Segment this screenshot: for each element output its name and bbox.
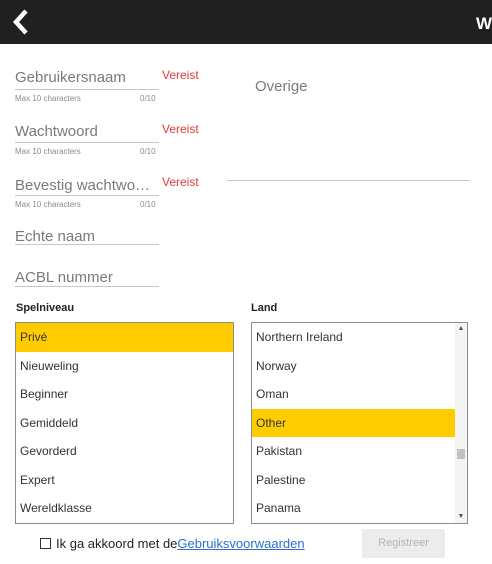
skill-option-prive[interactable]: Privé: [16, 323, 233, 352]
skill-option-gevorderd[interactable]: Gevorderd: [16, 437, 233, 466]
country-label: Land: [251, 302, 278, 314]
username-underline: [15, 89, 159, 90]
skill-option-nieuweling[interactable]: Nieuweling: [16, 352, 233, 381]
acbl-number-underline: [15, 286, 159, 287]
country-list[interactable]: Northern Ireland Norway Oman Other Pakis…: [251, 322, 468, 524]
confirm-password-field[interactable]: Bevestig wachtwo… Vereist Max 10 charact…: [15, 169, 205, 213]
country-option-palestine[interactable]: Palestine: [252, 466, 455, 495]
password-hint: Max 10 characters: [15, 147, 81, 156]
skill-option-wereldklasse[interactable]: Wereldklasse: [16, 494, 233, 523]
real-name-label: Echte naam: [15, 228, 96, 245]
username-required: Vereist: [162, 68, 199, 82]
confirm-password-label: Bevestig wachtwo…: [15, 177, 151, 194]
other-label: Overige: [255, 78, 308, 95]
page-title: W: [475, 14, 492, 33]
password-required: Vereist: [162, 122, 199, 136]
password-underline: [15, 142, 159, 143]
skill-option-beginner[interactable]: Beginner: [16, 380, 233, 409]
password-field[interactable]: Wachtwoord Vereist Max 10 characters 0/1…: [15, 116, 205, 160]
confirm-password-count: 0/10: [140, 200, 156, 209]
scroll-down-icon[interactable]: ▼: [455, 511, 467, 523]
back-button[interactable]: [8, 6, 38, 38]
terms-link[interactable]: Gebruiksvoorwaarden: [177, 536, 304, 551]
username-field[interactable]: Gebruikersnaam Vereist Max 10 characters…: [15, 62, 205, 106]
scroll-up-icon[interactable]: ▲: [455, 323, 467, 335]
top-bar: W: [0, 0, 492, 44]
confirm-password-required: Vereist: [162, 175, 199, 189]
register-button[interactable]: Registreer: [362, 529, 445, 558]
country-option-panama[interactable]: Panama: [252, 494, 455, 523]
acbl-number-label: ACBL nummer: [15, 269, 113, 286]
username-count: 0/10: [140, 94, 156, 103]
chevron-left-icon: [12, 9, 28, 35]
country-option-other[interactable]: Other: [252, 408, 455, 437]
skill-option-gemiddeld[interactable]: Gemiddeld: [16, 409, 233, 438]
username-hint: Max 10 characters: [15, 94, 81, 103]
skill-option-expert[interactable]: Expert: [16, 466, 233, 495]
skill-level-label: Spelniveau: [16, 302, 75, 314]
country-option-oman[interactable]: Oman: [252, 380, 455, 409]
agree-checkbox[interactable]: [40, 538, 51, 549]
password-label: Wachtwoord: [15, 123, 98, 140]
real-name-field[interactable]: Echte naam: [15, 222, 165, 248]
country-option-northern-ireland[interactable]: Northern Ireland: [252, 323, 455, 352]
confirm-password-underline: [15, 195, 159, 196]
country-option-pakistan[interactable]: Pakistan: [252, 437, 455, 466]
password-count: 0/10: [140, 147, 156, 156]
agreement-row: Ik ga akkoord met deGebruiksvoorwaarden: [40, 536, 305, 556]
confirm-password-hint: Max 10 characters: [15, 200, 81, 209]
other-underline: [227, 180, 470, 181]
agreement-text: Ik ga akkoord met de: [56, 536, 178, 551]
other-field[interactable]: Overige: [227, 72, 471, 184]
username-label: Gebruikersnaam: [15, 69, 126, 86]
real-name-underline: [15, 244, 159, 245]
scroll-thumb[interactable]: [457, 449, 465, 459]
skill-level-list[interactable]: Privé Nieuweling Beginner Gemiddeld Gevo…: [15, 322, 234, 524]
acbl-number-field[interactable]: ACBL nummer: [15, 263, 165, 289]
country-scrollbar[interactable]: ▲ ▼: [455, 323, 467, 523]
country-option-norway[interactable]: Norway: [252, 352, 455, 381]
